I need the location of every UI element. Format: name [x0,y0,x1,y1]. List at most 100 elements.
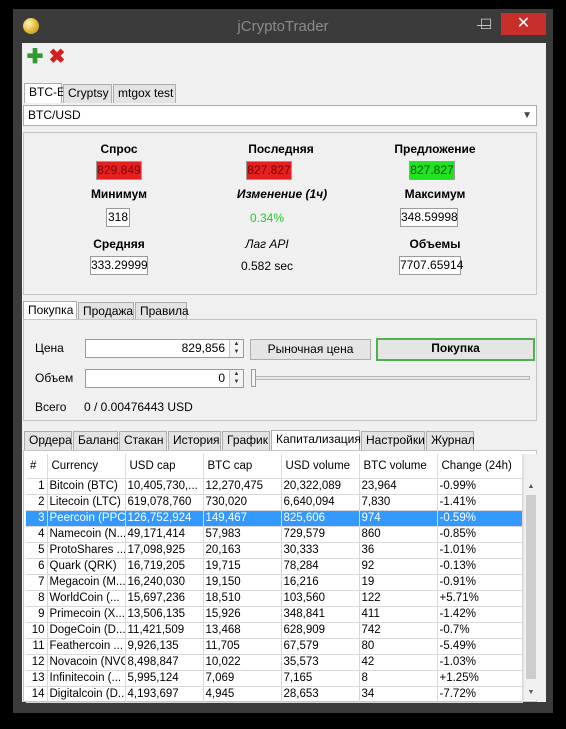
market-price-button[interactable]: Рыночная цена [250,339,371,360]
table-cell: +1.25% [437,670,523,687]
table-cell: 35,573 [281,654,360,671]
table-cell: 34 [359,686,438,703]
capitalization-table: # Currency USD cap BTC cap USD volume BT… [26,454,523,703]
table-cell: 28,653 [281,686,360,703]
tab-log[interactable]: Журнал [426,431,475,450]
tab-chart[interactable]: График [222,431,270,450]
column-header[interactable]: BTC volume [359,454,438,479]
tab-history[interactable]: История [168,431,221,450]
table-cell: 3 [26,510,48,527]
table-row[interactable]: 2 Litecoin (LTC) 619,078,760 730,020 6,640,0… [26,494,523,511]
table-row[interactable]: 3 Peercoin (PPC) 126,752,924 149,467 825,606… [26,510,523,527]
avg-value: 333.29999 [90,256,148,275]
volume-stepper[interactable]: ▲ ▼ [229,370,243,387]
table-row[interactable]: 5 ProtoShares ... 17,098,925 20,163 30,333 36… [26,542,523,559]
table-cell: 825,606 [281,510,360,527]
currency-pair-select[interactable]: BTC/USD ▼ [23,105,537,126]
column-header[interactable]: Currency [47,454,126,479]
tab-mtgox-test[interactable]: mtgox test [113,84,176,103]
table-cell: 619,078,760 [125,494,204,511]
table-cell: -0.99% [437,478,523,495]
maximize-button[interactable]: ☐ [473,13,499,35]
table-cell: -0.91% [437,574,523,591]
table-cell: 49,171,414 [125,526,204,543]
api-lag-value: 0.582 sec [240,259,294,273]
table-cell: 13 [26,670,48,687]
table-cell: 11 [26,638,48,655]
table-cell: Novacoin (NVC) [47,654,126,671]
column-header[interactable]: USD volume [281,454,360,479]
table-cell: 628,909 [281,622,360,639]
volume-input[interactable]: 0 ▲ ▼ [85,369,244,388]
remove-exchange-icon[interactable]: ✖ [48,47,66,67]
tab-btc-e[interactable]: BTC-E [24,83,65,103]
table-cell: 7,830 [359,494,438,511]
scroll-up-icon[interactable]: ▲ [524,480,538,494]
table-row[interactable]: 8 WorldCoin (... 15,697,236 18,510 103,560 12… [26,590,523,607]
total-label: Всего [35,400,67,414]
add-exchange-icon[interactable]: ✚ [26,47,44,67]
app-window: jCryptoTrader — ☐ ✕ ✚ ✖ BTC-E Cryptsy mt… [13,9,553,713]
table-cell: 860 [359,526,438,543]
volume-slider-handle[interactable] [251,369,256,387]
table-header-row: # Currency USD cap BTC cap USD volume BT… [26,454,523,479]
table-row[interactable]: 9 Primecoin (X... 13,506,135 15,926 348,841 4… [26,606,523,623]
tab-orders[interactable]: Ордера [24,431,72,450]
table-cell: 11,705 [203,638,282,655]
scrollbar-thumb[interactable] [526,495,536,679]
table-cell: 15,926 [203,606,282,623]
tab-cryptsy[interactable]: Cryptsy [63,84,112,103]
price-label: Цена [35,341,64,355]
price-input[interactable]: 829,856 ▲ ▼ [85,339,244,358]
tab-buy[interactable]: Покупка [23,301,77,321]
table-cell: 20,163 [203,542,282,559]
column-header[interactable]: USD cap [125,454,204,479]
column-header[interactable]: # [26,454,48,479]
table-row[interactable]: 6 Quark (QRK) 16,719,205 19,715 78,284 92 -0.1… [26,558,523,575]
bid-label: Спрос [100,142,138,156]
table-cell: 10 [26,622,48,639]
table-cell: Infinitecoin (... [47,670,126,687]
table-cell: 974 [359,510,438,527]
table-cell: Feathercoin ... [47,638,126,655]
tab-balance[interactable]: Баланс [73,431,119,450]
tab-capitalization[interactable]: Капитализация [271,430,361,450]
table-cell: 6 [26,558,48,575]
column-header[interactable]: BTC cap [203,454,282,479]
min-value: 318 [106,208,130,227]
table-cell: 5,995,124 [125,670,204,687]
table-row[interactable]: 10 DogeCoin (D... 11,421,509 13,468 628,909 7… [26,622,523,639]
column-header[interactable]: Change (24h) [437,454,523,479]
volume-slider[interactable] [254,376,530,380]
min-label: Минимум [90,187,148,201]
table-row[interactable]: 4 Namecoin (N... 49,171,414 57,983 729,579 86… [26,526,523,543]
table-cell: 11,421,509 [125,622,204,639]
table-cell: 13,468 [203,622,282,639]
table-row[interactable]: 14 Digitalcoin (D... 4,193,697 4,945 28,653 3… [26,686,523,703]
table-cell: 10,405,730,... [125,478,204,495]
price-stepper[interactable]: ▲ ▼ [229,340,243,357]
last-value: 827.827 [246,161,292,180]
close-window-button[interactable]: ✕ [501,13,546,35]
table-row[interactable]: 1 Bitcoin (BTC) 10,405,730,... 12,270,475 20… [26,478,523,495]
buy-button[interactable]: Покупка [376,338,535,361]
volume-field-label: Объем [35,371,74,385]
table-cell: Litecoin (LTC) [47,494,126,511]
table-row[interactable]: 13 Infinitecoin (... 5,995,124 7,069 7,165 8 +… [26,670,523,687]
table-row[interactable]: 11 Feathercoin ... 9,926,135 11,705 67,579 80… [26,638,523,655]
table-row[interactable]: 12 Novacoin (NVC) 8,498,847 10,022 35,573 42-… [26,654,523,671]
scroll-down-icon[interactable]: ▼ [524,686,538,700]
table-cell: -1.03% [437,654,523,671]
table-cell: Bitcoin (BTC) [47,478,126,495]
table-cell: 4 [26,526,48,543]
table-cell: -5.49% [437,638,523,655]
tab-settings[interactable]: Настройки [361,431,425,450]
table-row[interactable]: 7 Megacoin (M... 16,240,030 19,150 16,216 19-… [26,574,523,591]
volume-input-value: 0 [218,371,225,385]
title-bar[interactable]: jCryptoTrader — ☐ ✕ [13,9,553,41]
table-cell: -1.01% [437,542,523,559]
table-cell: 6,640,094 [281,494,360,511]
table-cell: Quark (QRK) [47,558,126,575]
table-scrollbar[interactable]: ▲ ▼ [523,454,537,700]
tab-orderbook[interactable]: Стакан [119,431,167,450]
